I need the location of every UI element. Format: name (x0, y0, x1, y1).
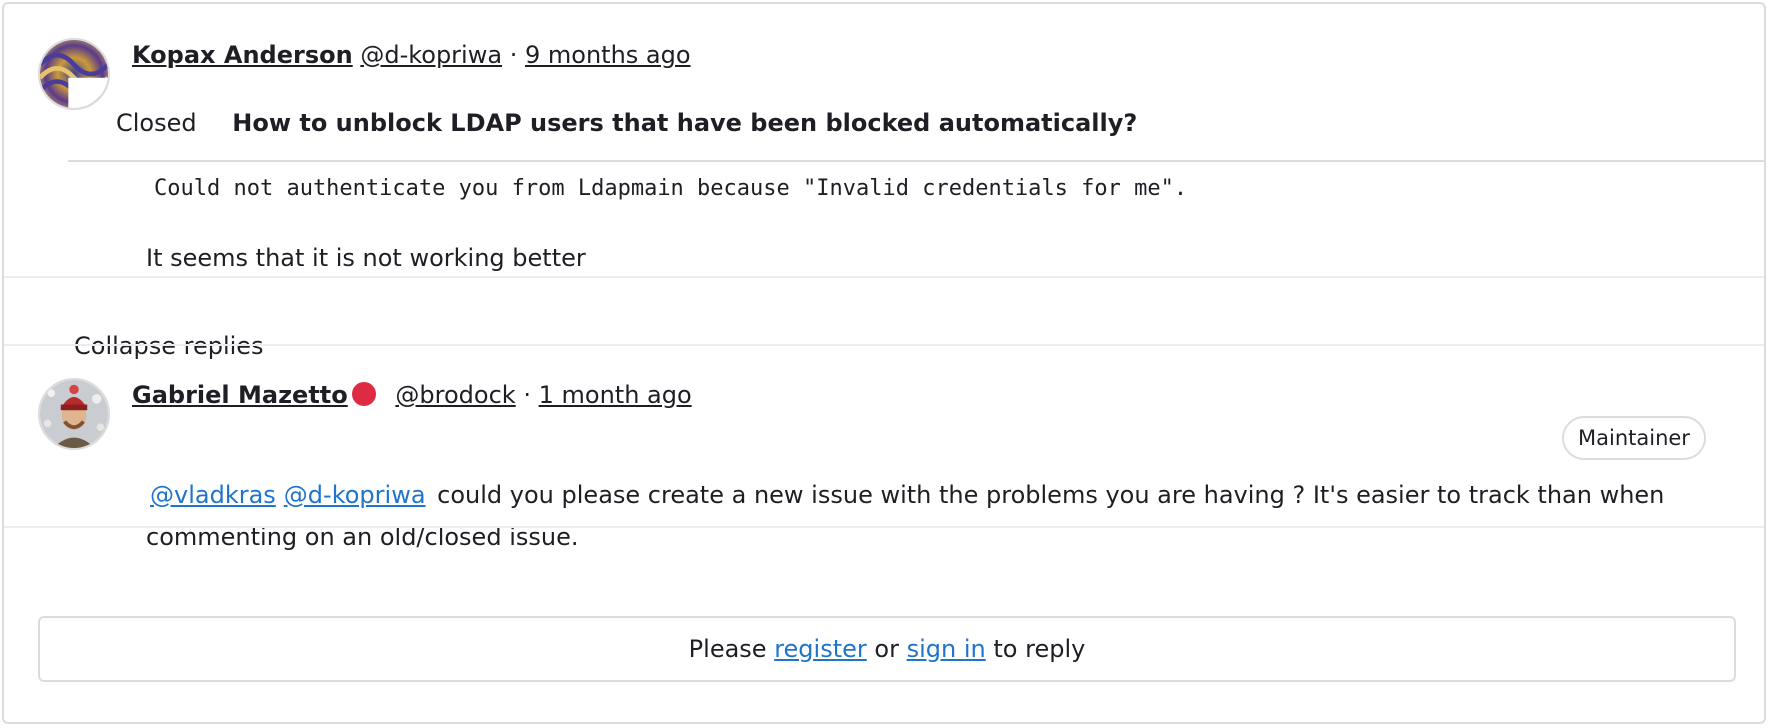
maintainer-badge: Maintainer (1562, 416, 1706, 460)
reply-header: Gabriel Mazetto @brodock · 1 month ago (132, 380, 692, 410)
reply-prompt-prefix: Please (688, 635, 767, 663)
divider (4, 276, 1764, 278)
separator: · (509, 41, 518, 69)
divider (68, 160, 1764, 162)
mention-link[interactable]: @d-kopriwa (284, 481, 426, 509)
issue-title[interactable]: How to unblock LDAP users that have been… (232, 109, 1137, 137)
register-link[interactable]: register (774, 635, 867, 663)
code-block: Could not authenticate you from Ldapmain… (154, 176, 1188, 201)
note-header: Kopax Anderson @d-kopriwa · 9 months ago (132, 40, 691, 70)
timestamp-link[interactable]: 9 months ago (525, 41, 691, 69)
user-status-icon (351, 382, 376, 406)
issue-status-label: Closed (116, 109, 197, 137)
reply-body: @vladkras @d-kopriwa could you please cre… (146, 474, 1706, 558)
mention-link[interactable]: @vladkras (150, 481, 276, 509)
reply-prompt: Please register or sign in to reply (38, 616, 1736, 682)
author-name-link[interactable]: Kopax Anderson (132, 41, 353, 69)
author-handle-link[interactable]: @d-kopriwa (360, 41, 502, 69)
author-name-link[interactable]: Gabriel Mazetto (132, 381, 348, 409)
sign-in-link[interactable]: sign in (907, 635, 986, 663)
author-avatar-gabriel[interactable] (38, 378, 110, 450)
author-avatar-kopax[interactable] (38, 38, 110, 110)
note-body-text: It seems that it is not working better (146, 244, 586, 272)
reply-prompt-suffix: to reply (993, 635, 1086, 663)
divider (4, 526, 1764, 528)
separator: · (523, 381, 531, 409)
discussion-thread: Kopax Anderson @d-kopriwa · 9 months ago… (2, 2, 1766, 724)
collapse-replies-button[interactable]: Collapse replies (74, 332, 264, 360)
author-handle-link[interactable]: @brodock (395, 381, 515, 409)
reply-prompt-middle: or (874, 635, 899, 663)
divider (4, 344, 1764, 346)
issue-reference: Closed How to unblock LDAP users that ha… (116, 108, 1137, 138)
timestamp-link[interactable]: 1 month ago (539, 381, 692, 409)
